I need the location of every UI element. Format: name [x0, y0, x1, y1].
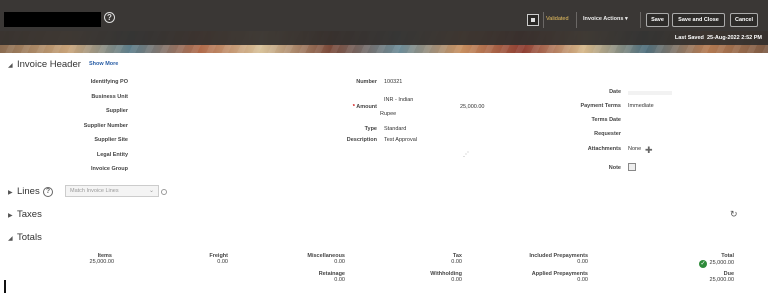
number-label: Number: [356, 79, 377, 85]
lines-title: Lines: [17, 186, 40, 197]
freight-value: 0.00: [217, 259, 228, 265]
identifying-po-label: Identifying PO: [90, 79, 128, 85]
tax-value: 0.00: [451, 259, 462, 265]
date-value-redacted[interactable]: [628, 91, 672, 95]
invoice-group-label: Invoice Group: [91, 166, 128, 172]
currency-line1[interactable]: INR - Indian: [384, 97, 413, 103]
total-label: Total: [721, 253, 734, 259]
match-placeholder: Match Invoice Lines: [70, 188, 119, 194]
cancel-button[interactable]: Cancel: [730, 13, 758, 27]
supplier-label: Supplier: [105, 108, 128, 114]
number-value[interactable]: 100321: [384, 79, 402, 85]
invoice-actions-menu[interactable]: Invoice Actions ▾: [583, 16, 628, 22]
amount-label-text: Amount: [356, 104, 377, 110]
included-prepayments-value: 0.00: [577, 259, 588, 265]
supplier-number-label: Supplier Number: [83, 123, 128, 129]
items-value: 25,000.00: [89, 259, 114, 265]
totals-title: Totals: [17, 232, 42, 243]
attachments-value: None: [628, 146, 642, 152]
legal-entity-label: Legal Entity: [96, 152, 128, 158]
refresh-icon[interactable]: ↻: [730, 209, 738, 220]
show-more-link[interactable]: Show More: [89, 61, 118, 67]
chevron-down-icon: ⌄: [148, 188, 154, 194]
amount-value[interactable]: 25,000.00: [460, 104, 484, 110]
expand-triangle-icon[interactable]: ▶: [8, 189, 13, 196]
supplier-site-label: Supplier Site: [94, 137, 128, 143]
applied-prepayments-value: 0.00: [577, 277, 588, 283]
square-icon[interactable]: [527, 14, 539, 26]
divider: [640, 12, 641, 28]
note-icon[interactable]: [628, 163, 636, 171]
description-label: Description: [346, 137, 377, 143]
page-title-redacted: [4, 12, 101, 27]
chevron-down-icon: ▾: [624, 16, 628, 22]
payment-terms-value[interactable]: Immediate: [628, 103, 654, 109]
retainage-value: 0.00: [334, 277, 345, 283]
amount-label: * Amount: [353, 104, 377, 110]
save-and-close-button[interactable]: Save and Close: [672, 13, 725, 27]
validation-status: Validated: [546, 16, 569, 22]
help-icon[interactable]: ?: [43, 187, 53, 197]
description-value[interactable]: Test Approval: [384, 137, 417, 143]
total-value: 25,000.00: [709, 260, 734, 266]
banner-strip: [0, 31, 768, 45]
last-saved-label: Last Saved: [674, 35, 704, 41]
terms-date-label: Terms Date: [591, 117, 621, 123]
divider: [543, 12, 544, 28]
last-saved: Last Saved 25-Aug-2022 2:52 PM: [675, 35, 762, 41]
taxes-title: Taxes: [17, 209, 42, 220]
attachments-label: Attachments: [587, 146, 621, 152]
type-label: Type: [364, 126, 377, 132]
type-value[interactable]: Standard: [384, 126, 406, 132]
business-unit-label: Business Unit: [91, 94, 128, 100]
save-button[interactable]: Save: [646, 13, 669, 27]
expand-triangle-icon[interactable]: ▶: [8, 212, 13, 219]
help-icon[interactable]: ?: [104, 12, 115, 23]
collapse-triangle-icon[interactable]: ◢: [8, 235, 13, 242]
payment-terms-label: Payment Terms: [580, 103, 621, 109]
withholding-value: 0.00: [451, 277, 462, 283]
text-cursor: [4, 280, 6, 293]
currency-line2: Rupee: [380, 111, 397, 117]
go-icon[interactable]: [161, 189, 167, 195]
check-icon: ✓: [699, 260, 707, 268]
last-saved-value: 25-Aug-2022 2:52 PM: [706, 35, 762, 41]
collapse-triangle-icon[interactable]: ◢: [8, 62, 13, 69]
requester-label: Requester: [594, 131, 621, 137]
match-invoice-lines-select[interactable]: Match Invoice Lines ⌄: [65, 185, 159, 197]
plus-icon[interactable]: ✚: [645, 145, 653, 156]
date-label: Date: [609, 89, 621, 95]
resize-grip-icon[interactable]: ⋰: [463, 151, 469, 158]
divider: [576, 12, 577, 28]
invoice-actions-label: Invoice Actions: [583, 16, 624, 22]
invoice-header-title: Invoice Header: [17, 59, 81, 70]
miscellaneous-value: 0.00: [334, 259, 345, 265]
due-value: 25,000.00: [709, 277, 734, 283]
note-label: Note: [608, 165, 621, 171]
